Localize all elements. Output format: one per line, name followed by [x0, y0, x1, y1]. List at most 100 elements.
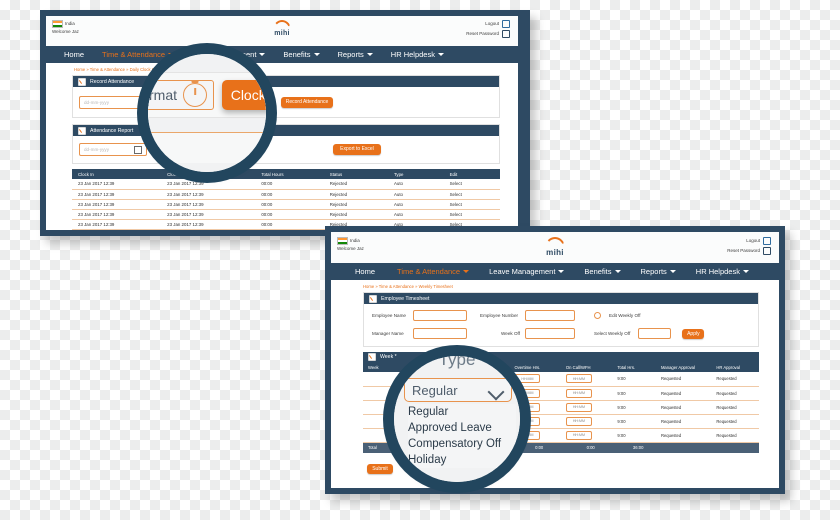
w2-cell-oncall[interactable]: HH:MM — [564, 386, 617, 401]
w2-oncall-value: HH:MM — [572, 433, 586, 437]
magnifier-clock-in: rmat Clock In — [148, 54, 266, 172]
w2-employee-name-input[interactable] — [413, 310, 467, 321]
w1-table-head: Clock In Clock Out Total Hours Status Ty… — [72, 169, 500, 179]
w2-cell-oncall[interactable]: HH:MM — [564, 414, 617, 429]
chevron-down-icon — [614, 270, 621, 273]
india-flag-icon — [52, 20, 63, 28]
w2-apply-button[interactable]: Apply — [682, 328, 705, 339]
w1-topbar: India Welcome Jaz mihi Logout Reset Pass… — [46, 16, 518, 46]
screenshot-stage: India Welcome Jaz mihi Logout Reset Pass… — [0, 0, 840, 520]
w2-nav-benefits[interactable]: Benefits — [584, 267, 640, 276]
w2-submit-button[interactable]: Submit — [367, 464, 393, 474]
w2-nav-leave-management[interactable]: Leave Management — [489, 267, 584, 276]
w1-cell-edit[interactable]: Select — [448, 179, 500, 190]
w2-overtime-value: HH:MM — [521, 419, 534, 423]
w1-record-attendance-button[interactable]: Record Attendance — [281, 96, 333, 108]
w1-logo: mihi — [272, 20, 292, 37]
w2-nav-time-attendance[interactable]: Time & Attendance — [397, 267, 489, 276]
mag1-clock-in-label: Clock In — [230, 87, 266, 103]
w1-cell-total-hours: 00:00 — [260, 189, 329, 200]
w1-cell-total-hours: 00:00 — [260, 179, 329, 190]
w2-cell-oncall[interactable]: HH:MM — [564, 372, 617, 387]
table-row: 23 Jan 2017 12:39 23 Jan 2017 12:39 00:0… — [72, 179, 500, 190]
w2-reset-password[interactable]: Reset Password — [727, 247, 771, 255]
w1-cell-edit[interactable]: Select — [448, 199, 500, 210]
mag2-option-approved-leave[interactable]: Approved Leave — [408, 420, 516, 436]
w2-oncall-input[interactable]: HH:MM — [565, 430, 592, 440]
w2-cell-overtime[interactable]: HH:MM — [513, 428, 565, 443]
chevron-down-icon — [558, 270, 565, 273]
w2-cell-manager: Requested — [659, 400, 716, 415]
w2-cell-total: 9:00 — [616, 428, 660, 443]
w2-cell-oncall[interactable]: HH:MM — [564, 428, 617, 443]
w1-attendance-table-wrap: Clock In Clock Out Total Hours Status Ty… — [72, 169, 500, 230]
calendar-icon[interactable] — [134, 145, 142, 154]
w1-nav-benefits[interactable]: Benefits — [283, 50, 337, 59]
w2-cell-overtime[interactable]: HH:MM — [513, 372, 565, 387]
w1-logout-label: Logout — [485, 21, 499, 27]
w2-nav-hr-helpdesk[interactable]: HR Helpdesk — [696, 267, 749, 276]
w1-nav-hr-helpdesk[interactable]: HR Helpdesk — [391, 50, 444, 59]
w1-reset-password[interactable]: Reset Password — [466, 30, 510, 38]
w1-panel-report-header: Attendance Report — [73, 125, 499, 136]
w2-cell-overtime[interactable]: HH:MM — [513, 400, 565, 415]
w2-oncall-value: HH:MM — [572, 376, 586, 381]
w2-oncall-input[interactable]: HH:MM — [565, 416, 592, 426]
w1-export-excel-button[interactable]: Export to Excel — [333, 144, 381, 155]
w2-week-off-input[interactable] — [525, 328, 575, 339]
w2-nav-leave-management-label: Leave Management — [489, 267, 556, 276]
w2-nav-reports[interactable]: Reports — [641, 267, 696, 276]
w2-cell-overtime[interactable]: HH:MM — [513, 414, 565, 429]
mag1-time-format-fragment: rmat — [149, 87, 177, 103]
w2-oncall-input[interactable]: HH:MM — [565, 402, 592, 412]
w2-nav-reports-label: Reports — [640, 267, 667, 276]
w2-cell-oncall[interactable]: HH:MM — [564, 400, 617, 415]
mag2-option-holiday[interactable]: Holiday — [408, 452, 516, 468]
logo-wordmark: mihi — [274, 30, 290, 37]
w2-navbar: Home Time & Attendance Leave Management … — [331, 263, 779, 280]
edit-note-icon — [78, 126, 86, 135]
w2-form-row-1: Employee Name Employee Number Edit Weekl… — [372, 310, 750, 321]
w1-reset-password-label: Reset Password — [466, 31, 499, 37]
w1-cell-edit[interactable]: Select — [448, 189, 500, 200]
chevron-down-icon — [366, 53, 373, 56]
w2-nav-time-attendance-label: Time & Attendance — [397, 267, 461, 276]
w1-nav-reports[interactable]: Reports — [338, 50, 391, 59]
mag2-option-regular[interactable]: Regular — [408, 404, 516, 420]
w1-cell-edit[interactable]: Select — [448, 209, 500, 220]
mag1-time-format-input[interactable]: rmat — [148, 80, 214, 110]
mag2-type-select[interactable]: Regular — [404, 378, 512, 402]
w2-nav-home[interactable]: Home — [351, 267, 397, 276]
w2-welcome-label: Welcome Jaz — [337, 246, 364, 251]
w1-panel-record-header: Record Attendance — [73, 76, 499, 87]
edit-weekly-off-checkbox[interactable] — [594, 312, 601, 319]
mag2-option-compensatory-off[interactable]: Compensatory Off — [408, 436, 516, 452]
mag1-clock-in-button[interactable]: Clock In — [222, 80, 266, 110]
w2-oncall-input[interactable]: HH:MM — [565, 388, 592, 398]
w2-total-overtime: 0:00 — [513, 442, 565, 453]
w1-cell-clock-in: 23 Jan 2017 12:39 — [72, 189, 167, 200]
edit-note-icon — [78, 77, 86, 86]
w2-cell-overtime[interactable]: HH:MM — [513, 386, 565, 401]
logout-icon — [502, 20, 510, 28]
w2-logout[interactable]: Logout — [746, 237, 771, 245]
w2-select-weekly-off-input[interactable] — [638, 328, 672, 339]
w1-cell-type: Auto — [392, 199, 449, 210]
stopwatch-icon — [183, 83, 207, 107]
w1-record-date-input[interactable]: dd-mm-yyyy — [79, 95, 147, 109]
w1-cell-clock-out: 23 Jan 2017 12:39 — [166, 229, 261, 230]
w2-oncall-input[interactable]: HH:MM — [565, 374, 592, 384]
w1-cell-type: Auto — [392, 179, 449, 190]
reset-password-icon — [502, 30, 510, 38]
w2-total-spacer-3 — [659, 442, 716, 453]
w2-employee-name-label: Employee Name — [372, 313, 406, 318]
w2-manager-name-input[interactable] — [413, 328, 467, 339]
w1-nav-home-label: Home — [64, 50, 85, 59]
w1-table-header-row: Clock In Clock Out Total Hours Status Ty… — [72, 169, 500, 179]
w1-report-date-input[interactable]: dd-mm-yyyy — [79, 143, 147, 156]
w2-th-hr-approval: HR Approval — [715, 362, 759, 372]
reset-password-icon — [763, 247, 771, 255]
w2-employee-number-input[interactable] — [525, 310, 575, 321]
w1-logout[interactable]: Logout — [485, 20, 510, 28]
w1-nav-home[interactable]: Home — [60, 50, 102, 59]
